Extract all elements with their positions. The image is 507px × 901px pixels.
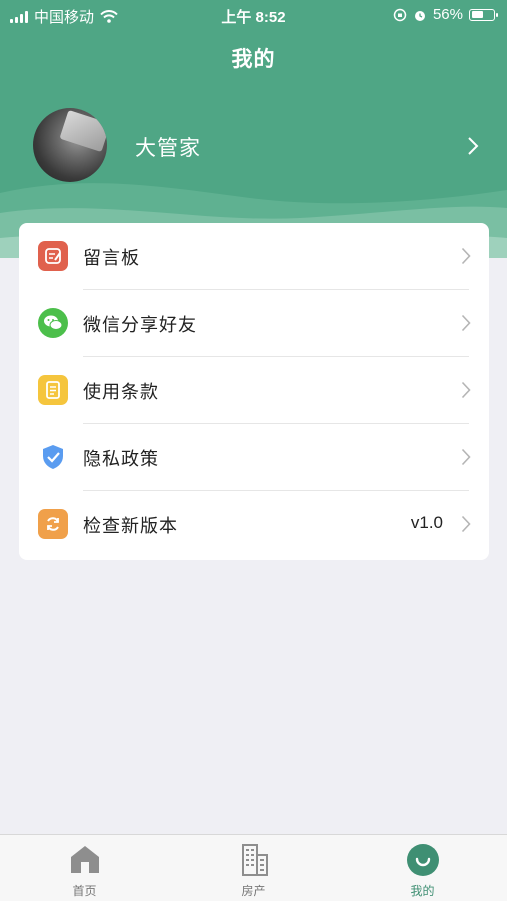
building-icon xyxy=(241,844,268,876)
orientation-lock-icon xyxy=(393,8,407,21)
shield-check-icon xyxy=(38,442,68,472)
menu-item-label: 使用条款 xyxy=(83,382,159,403)
chevron-right-icon xyxy=(461,314,471,332)
menu-item-terms[interactable]: 使用条款 xyxy=(19,357,489,424)
profile-row[interactable]: 大管家 xyxy=(33,108,483,184)
menu-item-wechat-share[interactable]: 微信分享好友 xyxy=(19,290,489,357)
tab-bar: 首页 房产 我的 xyxy=(0,834,507,901)
chevron-right-icon xyxy=(468,137,479,155)
tab-mine[interactable]: 我的 xyxy=(338,835,507,901)
alarm-icon xyxy=(414,10,425,21)
chevron-right-icon xyxy=(461,448,471,466)
menu-item-label: 微信分享好友 xyxy=(83,315,197,336)
status-bar: 中国移动 上午 8:52 56% xyxy=(0,0,507,30)
battery-icon xyxy=(469,8,498,21)
chevron-right-icon xyxy=(461,381,471,399)
version-value: v1.0 xyxy=(410,513,443,532)
tab-label: 首页 xyxy=(72,884,97,898)
menu-item-label: 隐私政策 xyxy=(83,449,159,470)
chevron-right-icon xyxy=(461,515,471,533)
home-icon xyxy=(70,846,99,873)
tab-home[interactable]: 首页 xyxy=(0,835,169,901)
battery-percent: 56% xyxy=(432,6,463,23)
tab-property[interactable]: 房产 xyxy=(169,835,338,901)
smile-icon xyxy=(406,844,439,876)
menu-item-privacy[interactable]: 隐私政策 xyxy=(19,424,489,491)
menu-item-label: 留言板 xyxy=(83,248,140,269)
message-board-icon xyxy=(38,241,68,271)
refresh-icon xyxy=(38,509,68,539)
tab-label: 房产 xyxy=(241,884,266,898)
menu-item-message-board[interactable]: 留言板 xyxy=(19,223,489,290)
menu-item-check-update[interactable]: 检查新版本 v1.0 xyxy=(19,491,489,558)
terms-document-icon xyxy=(38,375,68,405)
username: 大管家 xyxy=(135,136,201,160)
menu-card: 留言板 微信分享好友 使用条款 隐私政策 检查新版本 v1.0 xyxy=(19,223,489,560)
avatar[interactable] xyxy=(33,108,107,182)
wechat-icon xyxy=(38,308,68,338)
chevron-right-icon xyxy=(461,247,471,265)
menu-item-label: 检查新版本 xyxy=(83,516,178,537)
tab-label: 我的 xyxy=(410,884,435,898)
page-title: 我的 xyxy=(231,47,276,71)
